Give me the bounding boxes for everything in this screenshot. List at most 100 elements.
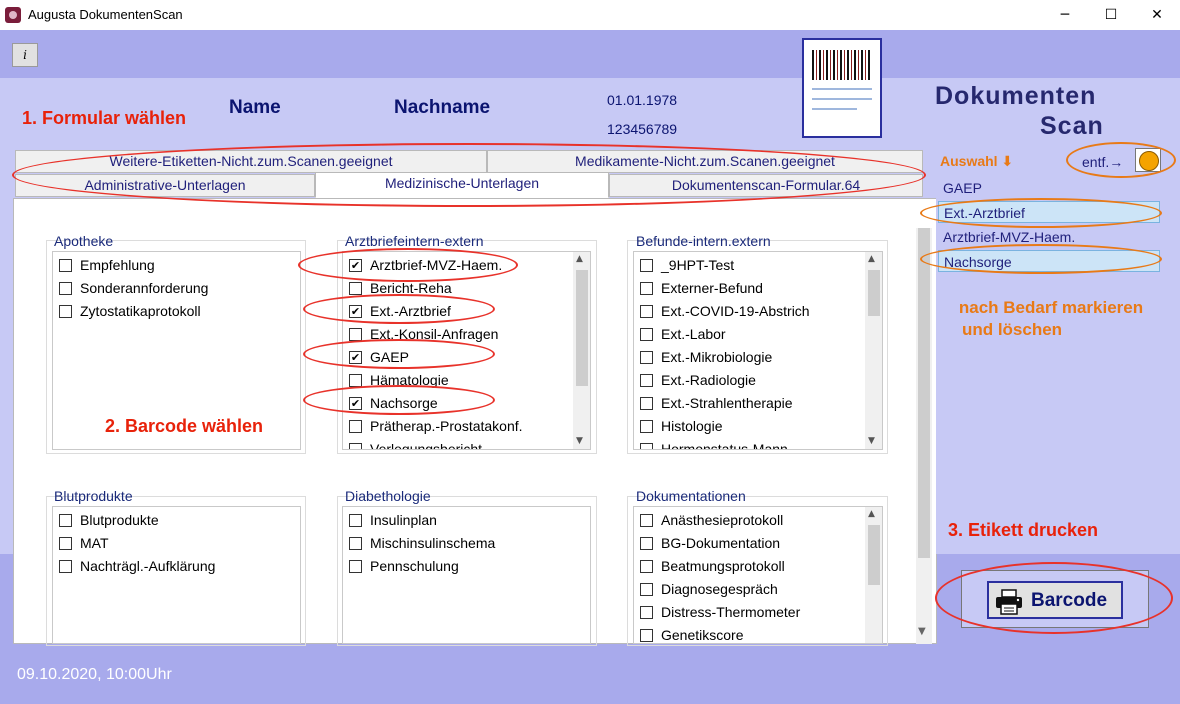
checkbox[interactable] [640,443,653,449]
tab-administrative-unterlagen[interactable]: Administrative-Unterlagen [15,174,315,197]
scroll-up-arrow[interactable]: ▲ [576,254,583,264]
logo-line1: Dokumenten [935,82,1097,110]
scrollbar-thumb[interactable] [868,525,880,585]
annotation-hint-line1: nach Bedarf markieren [958,298,1144,317]
logo-line2: Scan [1040,112,1104,140]
group-list-befunde: _9HPT-Test Externer-Befund Ext.-COVID-19… [633,251,883,450]
scroll-up-arrow[interactable]: ▲ [868,509,875,519]
checkbox[interactable] [349,537,362,550]
checkbox[interactable] [640,583,653,596]
checkbox-label: Hämatologie [370,372,449,388]
selection-item[interactable]: Arztbrief-MVZ-Haem. [938,226,1160,248]
checkbox-label: Histologie [661,418,723,434]
checkbox-label: Ext.-Mikrobiologie [661,349,773,365]
scroll-down-arrow[interactable]: ▼ [576,436,583,446]
checkbox-label: Pennschulung [370,558,459,574]
checkbox[interactable] [59,560,72,573]
entf-label: entf.→ [1082,154,1124,170]
window-title: Augusta DokumentenScan [28,7,183,22]
checkbox-label: GAEP [370,349,409,365]
checkbox-label: Genetikscore [661,627,744,643]
checkbox[interactable] [640,537,653,550]
patient-id-value: 123456789 [607,121,678,137]
panel-scrollbar[interactable] [916,228,932,644]
scroll-up-arrow[interactable]: ▲ [868,254,875,264]
checkbox[interactable] [349,560,362,573]
selection-list[interactable]: GAEP Ext.-Arztbrief Arztbrief-MVZ-Haem. … [936,174,1162,554]
checkbox[interactable] [349,420,362,433]
checkbox[interactable] [640,514,653,527]
checkbox[interactable] [349,282,362,295]
checkbox[interactable] [349,443,362,449]
group-title-befunde: Befunde-intern.extern [636,233,771,249]
checkbox-label: Zytostatikaprotokoll [80,303,201,319]
selection-item-highlighted[interactable]: Ext.-Arztbrief [938,201,1160,223]
name-label: Name [229,97,281,118]
tab-medikamente[interactable]: Medikamente-Nicht.zum.Scanen.geeignet [487,150,923,173]
group-list-diabethologie: Insulinplan Mischinsulinschema Pennschul… [342,506,591,644]
status-datetime: 09.10.2020, 10:00Uhr [17,666,172,683]
scrollbar-thumb[interactable] [576,270,588,386]
annotation-hint-line2: und löschen [961,320,1063,339]
print-barcode-button[interactable]: Barcode [987,581,1123,619]
close-button[interactable]: ✕ [1134,0,1180,30]
checkbox[interactable]: ✔ [349,397,362,410]
maximize-button[interactable]: ☐ [1088,0,1134,30]
scrollbar-thumb[interactable] [868,270,880,316]
checkbox-label: Ext.-Labor [661,326,726,342]
checkbox[interactable] [640,282,653,295]
list-scrollbar[interactable]: ▲ ▼ [573,252,590,449]
print-button-label: Barcode [1031,590,1108,611]
checkbox[interactable] [640,560,653,573]
selection-item[interactable]: GAEP [938,177,1160,199]
title-bar: Augusta DokumentenScan ─ ☐ ✕ [0,0,1180,30]
annotation-step3: 3. Etikett drucken [948,520,1099,540]
checkbox[interactable]: ✔ [349,305,362,318]
checkbox[interactable] [640,259,653,272]
checkbox[interactable] [640,305,653,318]
checkbox[interactable] [640,328,653,341]
selection-item-highlighted[interactable]: Nachsorge [938,250,1160,272]
scroll-down-arrow[interactable]: ▼ [868,436,875,446]
checkbox[interactable] [349,514,362,527]
checkbox-label: Prätherap.-Prostatakonf. [370,418,523,434]
checkbox[interactable] [640,606,653,619]
checkbox[interactable] [640,351,653,364]
checkbox-label: MAT [80,535,109,551]
checkbox[interactable] [59,537,72,550]
checkbox-label: Hormonstatus-Mann [661,441,788,450]
checkbox-label: Bericht-Reha [370,280,452,296]
checkbox[interactable] [640,374,653,387]
panel-scroll-down-arrow[interactable]: ▼ [918,626,926,637]
checkbox-label: Beatmungsprotokoll [661,558,785,574]
checkbox[interactable]: ✔ [349,259,362,272]
checkbox[interactable] [640,397,653,410]
tab-dokumentenscan-formular[interactable]: Dokumentenscan-Formular.64 [609,174,923,197]
checkbox[interactable] [59,259,72,272]
tab-medizinische-unterlagen[interactable]: Medizinische-Unterlagen [315,172,609,198]
minimize-button[interactable]: ─ [1042,0,1088,30]
checkbox[interactable] [349,374,362,387]
checkbox[interactable]: ✔ [349,351,362,364]
remove-selection-button[interactable] [1135,148,1161,172]
info-button[interactable]: i [12,43,38,67]
auswahl-label: Auswahl ⬇ [940,153,1014,169]
checkbox-label: _9HPT-Test [661,257,735,273]
group-list-dokumentationen: Anästhesieprotokoll BG-Dokumentation Bea… [633,506,883,644]
checkbox[interactable] [59,514,72,527]
checkbox[interactable] [640,629,653,642]
annotation-step2: 2. Barcode wählen [105,416,264,436]
checkbox-label: Nachsorge [370,395,438,411]
checkbox[interactable] [349,328,362,341]
checkbox-label: Insulinplan [370,512,437,528]
checkbox[interactable] [59,282,72,295]
checkbox[interactable] [640,420,653,433]
top-band [0,30,1180,78]
tab-weitere-etiketten[interactable]: Weitere-Etiketten-Nicht.zum.Scanen.geeig… [15,150,487,173]
list-scrollbar[interactable]: ▲ ▼ [865,252,882,449]
list-scrollbar[interactable]: ▲ [865,507,882,643]
main-area: i 1. Formular wählen Name Nachname 01.01… [0,30,1180,704]
checkbox[interactable] [59,305,72,318]
document-barcode-icon [802,38,882,138]
panel-scrollbar-thumb[interactable] [918,228,930,558]
